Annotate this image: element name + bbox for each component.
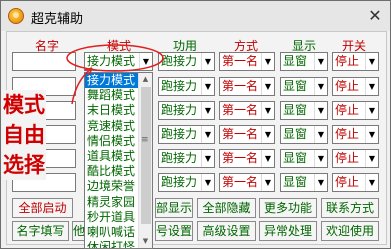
annotation-line: 自由 [2, 120, 46, 150]
annotation-overlay [66, 44, 164, 105]
annotation-text: 模式 自由 选择 [2, 90, 46, 180]
highlight-ellipse [66, 44, 164, 72]
annotation-line: 选择 [2, 150, 46, 180]
annotation-line: 模式 [2, 90, 46, 120]
